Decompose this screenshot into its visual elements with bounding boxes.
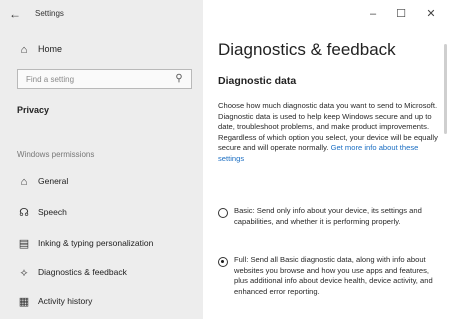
- section-heading-windows-permissions: Windows permissions: [17, 150, 95, 159]
- title-bar: ← Settings: [0, 0, 203, 30]
- page-title: Diagnostics & feedback: [218, 40, 396, 59]
- activity-history-icon: ▦: [18, 296, 30, 308]
- sidebar-item-label: Inking & typing personalization: [38, 238, 154, 248]
- nav-home-label: Home: [38, 44, 63, 54]
- main-content: – ☐ ✕ Diagnostics & feedback Diagnostic …: [203, 0, 451, 319]
- maximize-button[interactable]: ☐: [393, 6, 409, 22]
- sidebar-item-label: General: [38, 176, 69, 186]
- option-basic-label: Basic: Send only info about your device,…: [234, 206, 422, 226]
- app-title: Settings: [35, 9, 64, 18]
- sidebar: ← Settings ⌂ Home Find a setting ⚲ Priva…: [0, 0, 203, 319]
- sidebar-item-label: Activity history: [38, 296, 93, 306]
- clipboard-icon: ▤: [18, 238, 30, 250]
- full-radio[interactable]: [218, 257, 228, 267]
- sidebar-item-speech[interactable]: ☊ Speech: [0, 203, 203, 225]
- basic-radio[interactable]: [218, 208, 228, 218]
- option-full-label: Full: Send all Basic diagnostic data, al…: [234, 255, 433, 296]
- search-placeholder: Find a setting: [26, 75, 75, 84]
- sidebar-item-inking-typing[interactable]: ▤ Inking & typing personalization: [0, 234, 203, 256]
- search-input[interactable]: Find a setting ⚲: [17, 69, 192, 89]
- sidebar-item-label: Speech: [38, 207, 67, 217]
- minimize-button[interactable]: –: [365, 6, 381, 22]
- feedback-icon: ⟡: [20, 267, 28, 279]
- sidebar-item-general[interactable]: ⌂ General: [0, 172, 203, 194]
- close-button[interactable]: ✕: [423, 6, 439, 22]
- scrollbar[interactable]: [444, 44, 447, 134]
- lock-icon: ⌂: [20, 176, 28, 188]
- speech-icon: ☊: [19, 207, 29, 219]
- sidebar-item-diagnostics-feedback[interactable]: ⟡ Diagnostics & feedback: [0, 263, 203, 285]
- window-controls: – ☐ ✕: [363, 6, 443, 22]
- home-icon: ⌂: [20, 44, 28, 56]
- search-icon[interactable]: ⚲: [173, 73, 185, 85]
- section-heading-diagnostic-data: Diagnostic data: [218, 75, 297, 87]
- settings-window: ← Settings ⌂ Home Find a setting ⚲ Priva…: [0, 0, 451, 319]
- sidebar-item-activity-history[interactable]: ▦ Activity history: [0, 292, 203, 314]
- section-heading-privacy: Privacy: [17, 105, 50, 115]
- sidebar-item-label: Diagnostics & feedback: [38, 267, 127, 277]
- back-arrow-icon[interactable]: ←: [8, 7, 22, 21]
- diagnostic-description: Choose how much diagnostic data you want…: [218, 101, 444, 165]
- nav-home[interactable]: ⌂ Home: [0, 40, 203, 62]
